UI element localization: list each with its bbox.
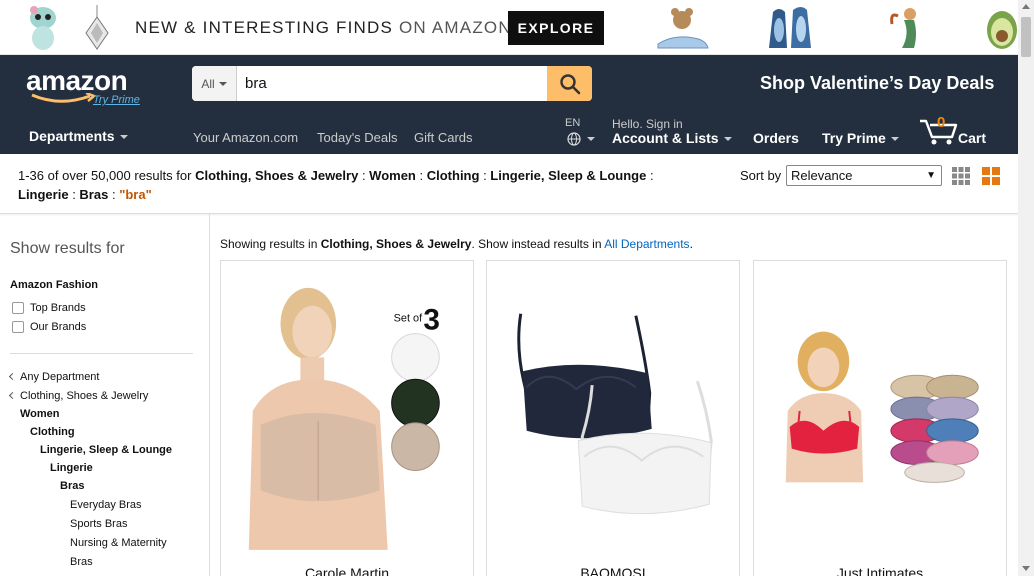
cart-link[interactable]: Cart [958, 130, 986, 146]
search-input[interactable] [237, 66, 547, 101]
results-summary: 1-36 of over 50,000 results for Clothing… [18, 168, 654, 202]
try-prime-menu[interactable]: Try Prime [822, 130, 899, 146]
breadcrumb-women[interactable]: Women [369, 168, 416, 183]
results-bar: 1-36 of over 50,000 results for Clothing… [0, 154, 1018, 214]
promo-headline: NEW & INTERESTING FINDS ON AMAZON [135, 18, 512, 37]
product-brand[interactable]: BAOMOSI [487, 565, 739, 576]
search-query: "bra" [119, 187, 152, 202]
chevron-down-icon [723, 137, 732, 142]
showing-results-text: Showing results in Clothing, Shoes & Jew… [220, 237, 693, 251]
category-everyday-bras[interactable]: Everyday Bras [70, 499, 142, 511]
page: NEW & INTERESTING FINDS ON AMAZON EXPLOR… [0, 0, 1034, 576]
breadcrumb-clothing-shoes[interactable]: Clothing, Shoes & Jewelry [195, 168, 358, 183]
scroll-thumb[interactable] [1021, 17, 1031, 57]
category-clothing[interactable]: Clothing [30, 426, 75, 438]
category-clothing-shoes-jewelry[interactable]: Clothing, Shoes & Jewelry [8, 390, 148, 402]
chevron-down-icon [890, 137, 899, 142]
amazon-logo[interactable]: amazon Try Prime [26, 65, 156, 106]
sidebar-title: Show results for [10, 240, 125, 257]
nav-link-todays-deals[interactable]: Today's Deals [317, 130, 398, 145]
promo-necklace-image[interactable] [82, 5, 112, 51]
checkbox[interactable] [12, 302, 24, 314]
search-category-dropdown[interactable]: All [192, 66, 237, 101]
sort-select[interactable]: Relevance ▼ [786, 165, 942, 186]
filter-sidebar: Show results for Amazon Fashion Top Bran… [0, 214, 210, 576]
globe-icon[interactable] [567, 132, 597, 146]
promo-banner[interactable]: NEW & INTERESTING FINDS ON AMAZON EXPLOR… [0, 0, 1018, 55]
promo-mouse-shoe-image[interactable] [654, 4, 712, 52]
chevron-down-icon: ▼ [926, 170, 936, 181]
cart-count-badge: 0 [937, 114, 946, 131]
category-bras: Bras [60, 480, 85, 492]
promo-geode-image[interactable] [765, 4, 815, 52]
promo-avocado-image[interactable] [984, 4, 1018, 52]
orders-link[interactable]: Orders [753, 130, 799, 146]
smile-icon [31, 93, 97, 103]
category-any-department[interactable]: Any Department [8, 371, 99, 383]
explore-button[interactable]: EXPLORE [508, 11, 604, 45]
category-lingerie[interactable]: Lingerie [50, 462, 93, 474]
try-prime-link[interactable]: Try Prime [93, 94, 140, 106]
checkbox[interactable] [12, 321, 24, 333]
category-women[interactable]: Women [20, 408, 60, 420]
category-nursing-bras[interactable]: Bras [70, 556, 93, 568]
large-grid-view-icon[interactable] [982, 167, 1000, 185]
category-nursing-maternity[interactable]: Nursing & Maternity [70, 537, 167, 549]
chevron-down-icon [218, 81, 227, 86]
product-card[interactable]: Just Intimates [753, 260, 1007, 576]
scroll-up-arrow-icon[interactable] [1022, 4, 1030, 9]
promo-mermaid-image[interactable] [884, 4, 934, 52]
sidebar-section-title: Amazon Fashion [10, 279, 99, 291]
search-icon [559, 73, 580, 94]
sort-by-label: Sort by [740, 168, 782, 183]
departments-menu[interactable]: Departments [29, 128, 128, 144]
set-count-label: 3 [423, 304, 440, 337]
product-brand[interactable]: Carole Martin [221, 565, 473, 576]
product-brand[interactable]: Just Intimates [754, 565, 1006, 576]
breadcrumb-lingerie[interactable]: Lingerie [18, 187, 69, 202]
set-of-label: Set of [394, 313, 423, 325]
chevron-left-icon [8, 372, 17, 380]
top-navigation: amazon Try Prime All Shop Valentine’s Da… [0, 55, 1018, 154]
page-scrollbar[interactable] [1018, 0, 1034, 576]
chevron-left-icon [8, 391, 17, 399]
chevron-down-icon [119, 135, 128, 140]
product-image[interactable]: Set of 3 [221, 261, 473, 551]
search-button[interactable] [547, 66, 592, 101]
valentines-deals-link[interactable]: Shop Valentine’s Day Deals [760, 73, 994, 94]
category-lingerie-sleep-lounge[interactable]: Lingerie, Sleep & Lounge [40, 444, 172, 456]
product-image[interactable] [487, 261, 739, 551]
filter-top-brands[interactable]: Top Brands [12, 302, 86, 314]
breadcrumb-clothing[interactable]: Clothing [427, 168, 480, 183]
filter-our-brands[interactable]: Our Brands [12, 321, 86, 333]
grid-view-icon[interactable] [952, 167, 970, 185]
account-lists-menu[interactable]: Account & Lists [612, 130, 732, 146]
product-image[interactable] [754, 261, 1006, 551]
sign-in-greeting[interactable]: Hello. Sign in [612, 117, 683, 131]
search-bar: All [192, 66, 592, 101]
product-card[interactable]: BAOMOSI [486, 260, 740, 576]
product-card[interactable]: Set of 3 Carole Martin [220, 260, 474, 576]
breadcrumb-lingerie-sleep[interactable]: Lingerie, Sleep & Lounge [490, 168, 646, 183]
promo-toy-image[interactable] [22, 4, 64, 52]
sidebar-divider [10, 353, 193, 354]
category-sports-bras[interactable]: Sports Bras [70, 518, 127, 530]
nav-link-gift-cards[interactable]: Gift Cards [414, 130, 473, 145]
breadcrumb-bras[interactable]: Bras [79, 187, 108, 202]
scroll-down-arrow-icon[interactable] [1022, 566, 1030, 571]
language-selector[interactable]: EN [565, 117, 580, 129]
nav-link-your-amazon[interactable]: Your Amazon.com [193, 130, 298, 145]
all-departments-link[interactable]: All Departments [604, 237, 689, 251]
